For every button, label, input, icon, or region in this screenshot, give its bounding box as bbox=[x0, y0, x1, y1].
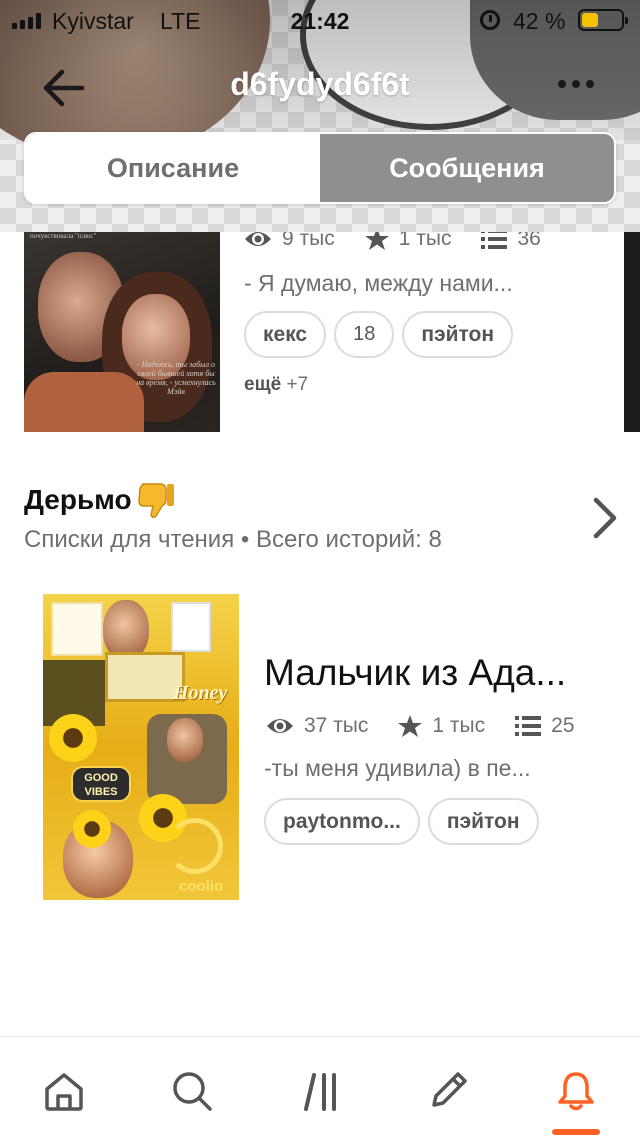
page-title: d6fydyd6f6t bbox=[230, 66, 410, 102]
list-icon bbox=[515, 716, 542, 736]
tab-home[interactable] bbox=[36, 1063, 92, 1119]
tab-messages[interactable]: Сообщения bbox=[320, 134, 614, 202]
eye-icon bbox=[267, 719, 293, 733]
star-icon bbox=[364, 232, 389, 250]
cover-collage-piece bbox=[171, 602, 211, 652]
cover-text: coolio bbox=[179, 878, 224, 895]
cover-figure bbox=[103, 600, 149, 660]
reading-list-count: 8 bbox=[428, 526, 442, 553]
more-tags-count: +7 bbox=[286, 374, 309, 395]
cover-text: GOOD VIBES bbox=[71, 766, 131, 802]
tab-write[interactable] bbox=[420, 1063, 476, 1119]
sunflower-icon bbox=[49, 714, 97, 762]
story-stats: 37 тыс 1 тыс 25 bbox=[266, 712, 605, 740]
notifications-icon bbox=[558, 1072, 594, 1111]
tag-chip[interactable]: paytonmo... bbox=[264, 798, 420, 845]
votes-stat: 1 тыс bbox=[364, 232, 452, 251]
alarm-icon bbox=[480, 10, 500, 30]
votes-count: 1 тыс bbox=[432, 714, 486, 737]
tag-chip[interactable]: кекс bbox=[244, 311, 327, 358]
eye-icon bbox=[245, 232, 271, 246]
views-stat: 37 тыс bbox=[266, 714, 368, 738]
parts-count: 36 bbox=[517, 232, 541, 250]
thumbs-down-emoji-icon bbox=[137, 483, 174, 519]
more-dot bbox=[558, 80, 566, 88]
story-title[interactable]: Мальчик из Ада... bbox=[264, 652, 594, 694]
star-icon bbox=[398, 715, 423, 737]
story-description: - Я думаю, между нами... bbox=[244, 270, 513, 296]
bottom-tab-bar bbox=[0, 1036, 640, 1136]
story-description: -ты меня удивила) в пе... bbox=[264, 755, 531, 781]
list-icon bbox=[481, 232, 508, 249]
chevron-right-icon[interactable] bbox=[586, 494, 622, 542]
cover-text: почувствовала "плюс" bbox=[30, 232, 97, 240]
tag-list: paytonmo... пэйтон bbox=[264, 798, 539, 845]
write-icon bbox=[432, 1072, 467, 1107]
tab-description[interactable]: Описание bbox=[26, 134, 320, 202]
parts-count: 25 bbox=[551, 714, 575, 737]
cover-collage-piece bbox=[51, 602, 103, 656]
votes-count: 1 тыс bbox=[398, 232, 452, 250]
search-icon bbox=[173, 1072, 212, 1111]
views-count: 37 тыс bbox=[304, 714, 369, 737]
content-scroll[interactable]: почувствовала "плюс" - Надеюсь, ты забыл… bbox=[0, 232, 640, 1036]
cover-figure bbox=[24, 372, 144, 432]
parts-stat: 36 bbox=[481, 232, 541, 251]
tab-library[interactable] bbox=[294, 1063, 350, 1119]
more-dot bbox=[586, 80, 594, 88]
tag-chip[interactable]: 18 bbox=[334, 311, 395, 358]
story-cover[interactable]: почувствовала "плюс" - Надеюсь, ты забыл… bbox=[24, 232, 220, 432]
more-tags-label: ещё bbox=[244, 374, 282, 395]
sunflower-icon bbox=[73, 810, 111, 848]
votes-stat: 1 тыс bbox=[398, 714, 485, 738]
battery-percent: 42 % bbox=[513, 8, 566, 34]
cover-text: Honey bbox=[173, 682, 228, 704]
views-count: 9 тыс bbox=[282, 232, 335, 250]
tab-search[interactable] bbox=[164, 1063, 220, 1119]
story-stats: 9 тыс 1 тыс 36 bbox=[244, 232, 571, 250]
tag-chip[interactable]: пэйтон bbox=[427, 798, 539, 845]
cover-text: - Надеюсь, ты забыл о своей бывшей хотя … bbox=[136, 360, 216, 396]
tag-chip[interactable]: пэйтон bbox=[402, 311, 514, 358]
more-tags-link[interactable]: ещё +7 bbox=[244, 374, 308, 396]
active-tab-indicator bbox=[552, 1129, 600, 1135]
reading-list-name: Дерьмо bbox=[24, 484, 132, 515]
reading-list-title[interactable]: Дерьмо bbox=[24, 480, 176, 520]
reading-list-meta: Списки для чтения • Всего историй: 8 bbox=[24, 526, 442, 554]
cover-figure bbox=[167, 718, 203, 762]
heart-icon bbox=[167, 818, 223, 874]
home-icon bbox=[45, 1073, 83, 1111]
battery-fill bbox=[582, 13, 598, 27]
tab-notifications[interactable] bbox=[548, 1063, 604, 1119]
more-button[interactable] bbox=[548, 72, 604, 96]
more-dot bbox=[572, 80, 580, 88]
library-icon bbox=[304, 1073, 336, 1111]
tag-list: кекс 18 пэйтон bbox=[244, 311, 514, 358]
status-bar: Kyivstar LTE 21:42 42 % bbox=[0, 0, 640, 40]
segmented-tabs: Описание Сообщения bbox=[24, 132, 616, 204]
views-stat: 9 тыс bbox=[244, 232, 335, 251]
battery-icon bbox=[578, 9, 628, 31]
parts-stat: 25 bbox=[515, 714, 575, 738]
next-cover-edge bbox=[624, 232, 640, 432]
story-cover[interactable]: Honey GOOD VIBES coolio bbox=[43, 594, 239, 900]
reading-list-meta-label: Списки для чтения • Всего историй: bbox=[24, 526, 422, 553]
